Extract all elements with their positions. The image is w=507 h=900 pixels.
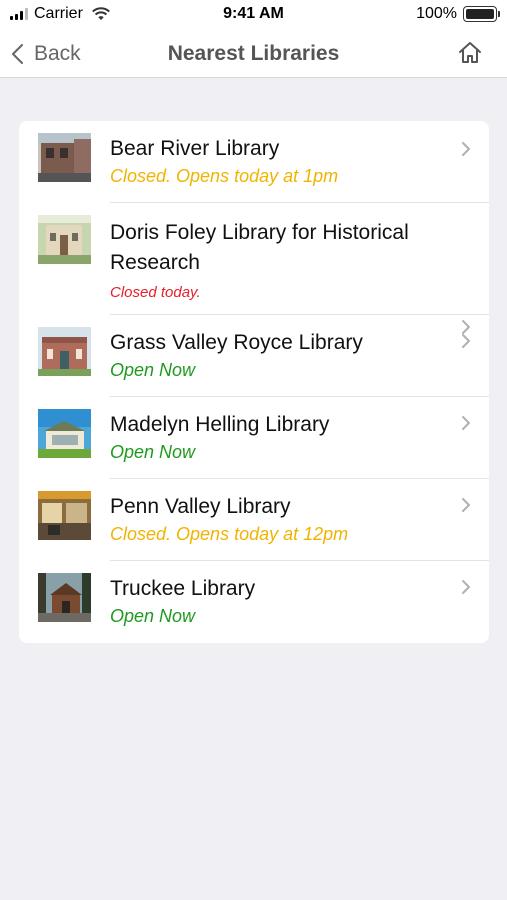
status-right: 100% — [416, 5, 500, 23]
library-item-grass-valley-royce[interactable]: Grass Valley Royce Library Open Now — [19, 315, 489, 397]
library-status: Open Now — [110, 442, 196, 462]
library-photo — [38, 133, 91, 182]
library-status: Closed. Opens today at 1pm — [110, 166, 339, 186]
library-status: Open Now — [110, 606, 196, 626]
library-name: Penn Valley Library — [110, 495, 291, 518]
library-status: Closed today. — [110, 284, 201, 301]
library-photo — [38, 573, 91, 622]
library-photo — [38, 327, 91, 376]
library-photo — [38, 409, 91, 458]
library-name: Bear River Library — [110, 137, 280, 160]
chevron-right-icon — [462, 498, 470, 512]
page-title: Nearest Libraries — [167, 42, 340, 65]
chevron-right-icon — [462, 142, 470, 156]
chevron-right-icon — [462, 416, 470, 430]
library-name: Truckee Library — [110, 577, 256, 600]
library-item-madelyn-helling[interactable]: Madelyn Helling Library Open Now — [19, 397, 489, 479]
home-icon[interactable] — [457, 40, 483, 66]
battery-percent: 100% — [416, 5, 457, 22]
library-name: Doris Foley Library for Historical Resea… — [110, 221, 409, 274]
libraries-list: Bear River Library Closed. Opens today a… — [19, 121, 489, 643]
library-status: Open Now — [110, 360, 196, 380]
library-item-truckee[interactable]: Truckee Library Open Now — [19, 561, 489, 643]
library-photo — [38, 215, 91, 264]
library-photo — [38, 491, 91, 540]
library-item-bear-river[interactable]: Bear River Library Closed. Opens today a… — [19, 121, 489, 203]
library-item-penn-valley[interactable]: Penn Valley Library Closed. Opens today … — [19, 479, 489, 561]
library-status: Closed. Opens today at 12pm — [110, 524, 349, 544]
chevron-right-icon — [462, 580, 470, 594]
nav-bar: Back Nearest Libraries — [0, 30, 507, 78]
chevron-right-icon — [462, 334, 470, 348]
library-item-doris-foley[interactable]: Doris Foley Library for Historical Resea… — [19, 203, 489, 334]
library-name: Grass Valley Royce Library — [110, 331, 363, 354]
library-name: Madelyn Helling Library — [110, 413, 330, 436]
status-bar: Carrier 9:41 AM 100% — [0, 0, 507, 30]
battery-icon — [463, 6, 500, 22]
